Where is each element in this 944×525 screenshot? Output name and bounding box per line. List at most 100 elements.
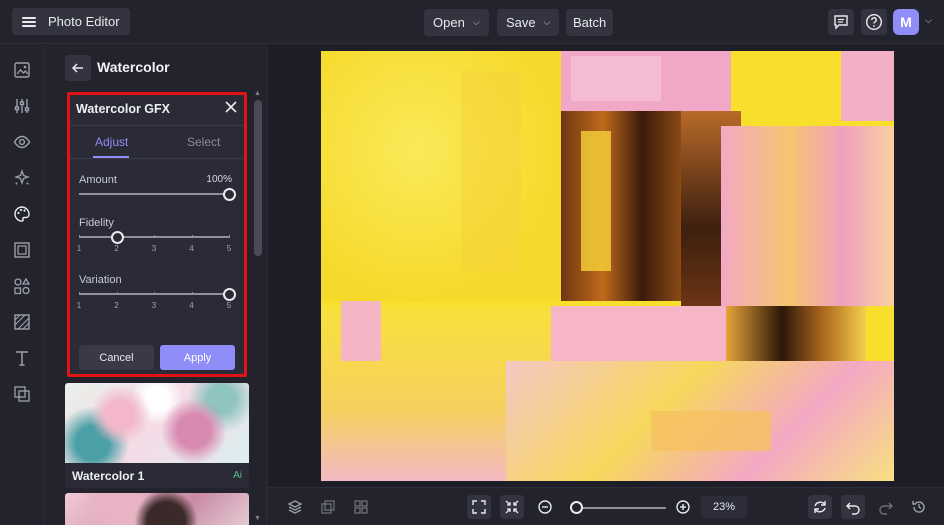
layers-button[interactable]	[283, 495, 307, 519]
variation-slider-handle[interactable]	[223, 288, 236, 301]
fit-to-screen-button[interactable]	[467, 495, 491, 519]
texture-icon	[14, 314, 30, 330]
gfx-title: Watercolor GFX	[76, 102, 170, 116]
zoom-in-icon	[676, 500, 690, 514]
watercolor-gfx-card: Watercolor GFX Adjust Select Amount 100%…	[67, 92, 247, 377]
sparkle-icon	[13, 169, 31, 186]
avatar[interactable]: M	[893, 9, 919, 35]
redo-button[interactable]	[874, 495, 898, 519]
hamburger-icon	[22, 16, 36, 27]
rail-view[interactable]	[11, 131, 33, 153]
slider-tick-mark	[79, 235, 80, 238]
open-label: Open	[433, 15, 465, 30]
text-icon	[16, 351, 28, 366]
rail-text[interactable]	[11, 347, 33, 369]
cancel-button[interactable]: Cancel	[79, 345, 154, 370]
slider-tick-label: 4	[189, 244, 194, 253]
slider-tick-label: 2	[114, 301, 119, 310]
rail-image[interactable]	[11, 59, 33, 81]
chevron-down-icon[interactable]: ⌵	[925, 15, 932, 26]
image-icon	[14, 62, 30, 78]
apply-button[interactable]: Apply	[160, 345, 235, 370]
back-button[interactable]	[65, 55, 91, 81]
photo-canvas[interactable]	[321, 51, 894, 481]
frame-icon	[14, 242, 30, 258]
bottom-bar: 23%	[268, 487, 944, 525]
reset-button[interactable]	[808, 495, 832, 519]
rail-effects[interactable]	[11, 167, 33, 189]
amount-slider-handle[interactable]	[223, 188, 236, 201]
preset-thumbnail	[65, 383, 249, 463]
slider-tick-label: 2	[114, 244, 119, 253]
scroll-up-icon[interactable]: ▲	[254, 90, 261, 97]
slider-tick-label: 5	[226, 301, 232, 310]
arrow-left-icon	[71, 63, 83, 73]
refresh-icon	[814, 501, 826, 513]
sliders-icon	[14, 99, 30, 113]
preset-watercolor-1[interactable]: Watercolor 1 Ai	[65, 383, 249, 488]
grid-button[interactable]	[349, 495, 373, 519]
batch-button[interactable]: Batch	[566, 9, 614, 36]
save-button[interactable]: Save ⌵	[497, 9, 560, 36]
scroll-down-icon[interactable]: ▼	[254, 515, 261, 522]
zoom-slider-track[interactable]	[570, 507, 666, 509]
amount-slider-track[interactable]	[79, 193, 229, 195]
chevron-down-icon: ⌵	[472, 17, 480, 27]
chevron-down-icon: ⌵	[543, 17, 551, 27]
preset-watercolor-2[interactable]	[65, 493, 249, 525]
active-tab-indicator	[93, 156, 129, 158]
panel-title: Watercolor	[97, 59, 170, 75]
tab-select[interactable]: Select	[187, 135, 220, 149]
scrollbar-thumb[interactable]	[254, 100, 262, 256]
slider-tick-mark	[116, 292, 118, 295]
comment-button[interactable]	[828, 9, 854, 35]
compare-button[interactable]	[316, 495, 340, 519]
actual-size-button[interactable]	[500, 495, 524, 519]
slider-tick-mark	[79, 292, 80, 295]
variation-label: Variation	[79, 274, 122, 286]
effects-panel: Watercolor ▲ ▼ Watercolor GFX Adjust Sel…	[45, 45, 267, 525]
grid-icon	[354, 500, 368, 514]
history-icon	[912, 501, 925, 513]
collapse-icon	[505, 500, 519, 514]
rail-textures[interactable]	[11, 311, 33, 333]
zoom-slider-handle[interactable]	[569, 501, 583, 514]
preset-label: Watercolor 1	[72, 469, 145, 483]
expand-icon	[472, 500, 486, 514]
zoom-out-button[interactable]	[533, 495, 557, 519]
rail-overlays[interactable]	[11, 383, 33, 405]
rail-frames[interactable]	[11, 239, 33, 261]
zoom-level[interactable]: 23%	[701, 496, 747, 518]
undo-icon	[846, 502, 860, 515]
slider-tick-mark	[191, 235, 193, 238]
save-label: Save	[506, 15, 536, 30]
zoom-in-button[interactable]	[671, 495, 695, 519]
help-button[interactable]	[861, 9, 887, 35]
slider-tick-mark	[154, 235, 155, 238]
rail-adjust[interactable]	[11, 95, 33, 117]
layers-icon	[287, 500, 303, 514]
fidelity-label: Fidelity	[79, 217, 114, 229]
redo-icon	[879, 502, 893, 515]
slider-tick-label: 3	[151, 301, 157, 310]
eye-icon	[13, 135, 31, 149]
history-button[interactable]	[907, 495, 931, 519]
rail-graphics[interactable]	[11, 275, 33, 297]
fidelity-slider-handle[interactable]	[110, 231, 124, 244]
undo-button[interactable]	[841, 495, 865, 519]
slider-tick-mark	[154, 292, 155, 295]
comment-icon	[834, 15, 848, 30]
slider-tick-label: 5	[226, 244, 232, 253]
open-button[interactable]: Open ⌵	[424, 9, 489, 36]
slider-tick-mark	[191, 292, 193, 295]
tool-rail	[0, 45, 44, 525]
ai-badge: Ai	[233, 470, 242, 481]
slider-tick-label: 3	[151, 244, 157, 253]
slider-tick-label: 4	[189, 301, 194, 310]
batch-label: Batch	[573, 15, 607, 30]
tab-adjust[interactable]: Adjust	[95, 135, 128, 149]
rail-artsy[interactable]	[11, 203, 33, 225]
menu-button[interactable]: Photo Editor	[12, 8, 130, 35]
close-icon[interactable]	[223, 99, 239, 115]
slider-tick-label: 1	[76, 301, 82, 310]
